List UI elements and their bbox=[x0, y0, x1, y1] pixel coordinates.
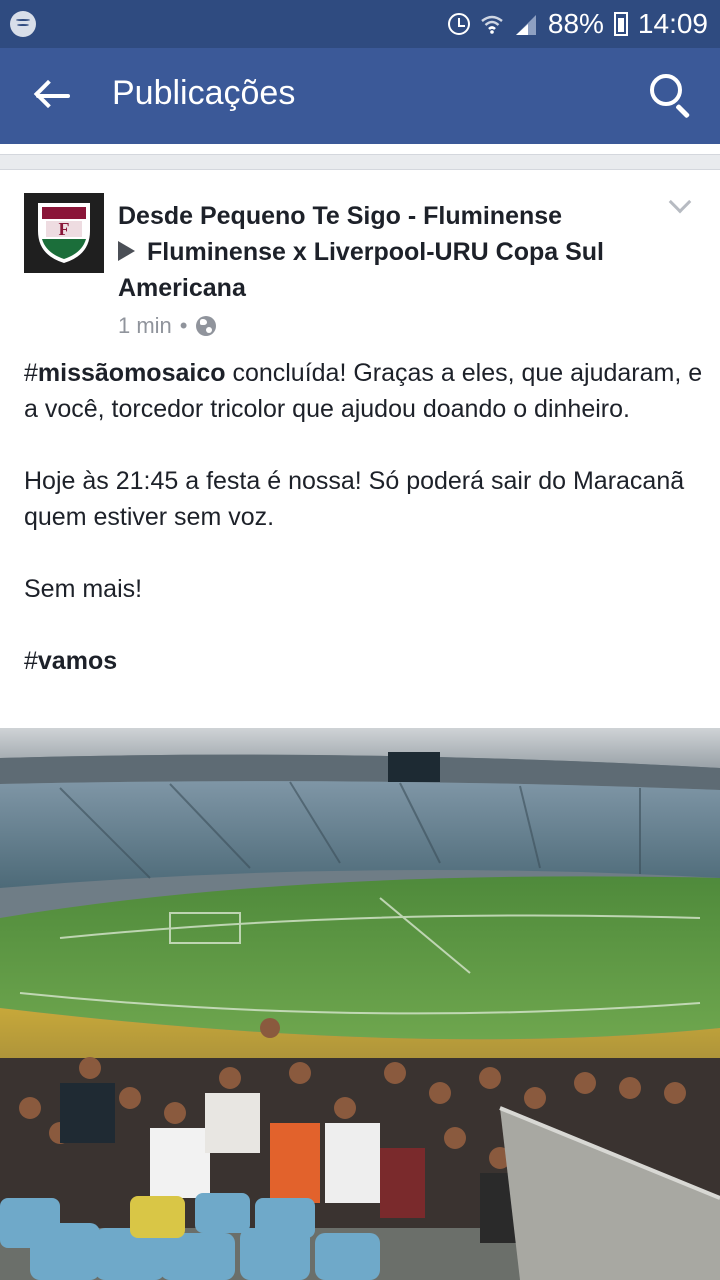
page-avatar[interactable]: F bbox=[24, 193, 104, 273]
clock: 14:09 bbox=[637, 8, 708, 39]
previous-post-fragment bbox=[0, 144, 720, 154]
post-paragraph-4: #vamos bbox=[24, 643, 704, 679]
search-icon[interactable] bbox=[646, 70, 698, 122]
post-photo[interactable] bbox=[0, 728, 720, 1280]
event-title-link[interactable]: Fluminense x Liverpool-URU Copa Sul Amer… bbox=[118, 238, 604, 302]
signal-icon bbox=[514, 13, 538, 35]
globe-icon bbox=[195, 316, 216, 336]
post-paragraph-1: #missãomosaico concluída! Graças a eles,… bbox=[24, 359, 703, 423]
post-meta: 1 min • bbox=[118, 312, 216, 340]
feed-divider bbox=[0, 154, 720, 170]
post-paragraph-2: Hoje às 21:45 a festa é nossa! Só poderá… bbox=[24, 467, 685, 531]
hashtag-link[interactable]: #missãomosaico bbox=[24, 359, 226, 387]
hashtag-link[interactable]: #vamos bbox=[24, 647, 117, 675]
stadium-photo-image bbox=[0, 728, 720, 1280]
back-arrow-icon[interactable] bbox=[26, 72, 82, 120]
meta-separator: • bbox=[179, 313, 188, 338]
post-time[interactable]: 1 min bbox=[118, 313, 172, 339]
chevron-down-icon[interactable] bbox=[668, 194, 692, 218]
battery-icon bbox=[613, 12, 628, 36]
play-arrow-icon bbox=[118, 241, 135, 261]
spotify-icon bbox=[10, 11, 36, 37]
post-body: #missãomosaico concluída! Graças a eles,… bbox=[24, 355, 704, 679]
app-bar: Publicações bbox=[0, 48, 720, 144]
page-title: Publicações bbox=[112, 74, 296, 112]
battery-percent: 88% bbox=[547, 8, 604, 39]
status-bar-right: 88% 14:09 bbox=[447, 6, 708, 42]
page-name-link[interactable]: Desde Pequeno Te Sigo - Fluminense bbox=[118, 202, 562, 230]
alarm-icon bbox=[447, 13, 470, 35]
status-bar: 88% 14:09 bbox=[0, 0, 720, 48]
wifi-icon bbox=[480, 14, 504, 34]
post-paragraph-3: Sem mais! bbox=[24, 575, 143, 603]
svg-text:F: F bbox=[59, 219, 70, 239]
fluminense-crest-icon: F bbox=[38, 203, 90, 263]
post-title[interactable]: Desde Pequeno Te Sigo - Fluminense Flumi… bbox=[118, 198, 618, 306]
